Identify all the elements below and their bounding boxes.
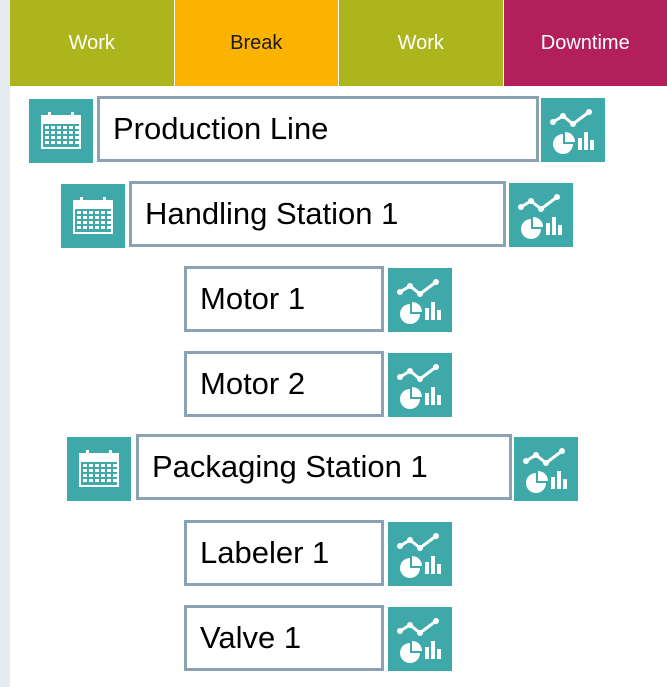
node-label: Motor 2 xyxy=(200,366,306,401)
analytics-chart-icon[interactable] xyxy=(509,183,573,247)
state-legend-bar: Work Break Work Downtime xyxy=(10,0,667,86)
analytics-chart-icon[interactable] xyxy=(388,353,452,417)
node-label: Production Line xyxy=(113,111,329,146)
analytics-chart-icon[interactable] xyxy=(541,98,605,162)
calendar-icon[interactable] xyxy=(29,99,93,163)
node-label: Labeler 1 xyxy=(200,535,330,570)
tab-break[interactable]: Break xyxy=(174,0,339,86)
calendar-icon[interactable] xyxy=(61,184,125,248)
tab-downtime[interactable]: Downtime xyxy=(503,0,667,86)
analytics-chart-icon[interactable] xyxy=(388,607,452,671)
node-production-line[interactable]: Production Line xyxy=(97,96,539,162)
node-labeler-1[interactable]: Labeler 1 xyxy=(184,520,384,586)
node-packaging-station-1[interactable]: Packaging Station 1 xyxy=(136,434,512,500)
node-label: Handling Station 1 xyxy=(145,196,399,231)
analytics-chart-icon[interactable] xyxy=(388,268,452,332)
calendar-icon[interactable] xyxy=(67,437,131,501)
analytics-chart-icon[interactable] xyxy=(388,522,452,586)
tab-work-2[interactable]: Work xyxy=(339,0,504,86)
node-label: Valve 1 xyxy=(200,620,302,655)
node-label: Motor 1 xyxy=(200,281,306,316)
node-motor-2[interactable]: Motor 2 xyxy=(184,351,384,417)
tab-work-1[interactable]: Work xyxy=(10,0,175,86)
node-label: Packaging Station 1 xyxy=(152,449,428,484)
node-valve-1[interactable]: Valve 1 xyxy=(184,605,384,671)
analytics-chart-icon[interactable] xyxy=(514,437,578,501)
node-motor-1[interactable]: Motor 1 xyxy=(184,266,384,332)
node-handling-station-1[interactable]: Handling Station 1 xyxy=(129,181,506,247)
